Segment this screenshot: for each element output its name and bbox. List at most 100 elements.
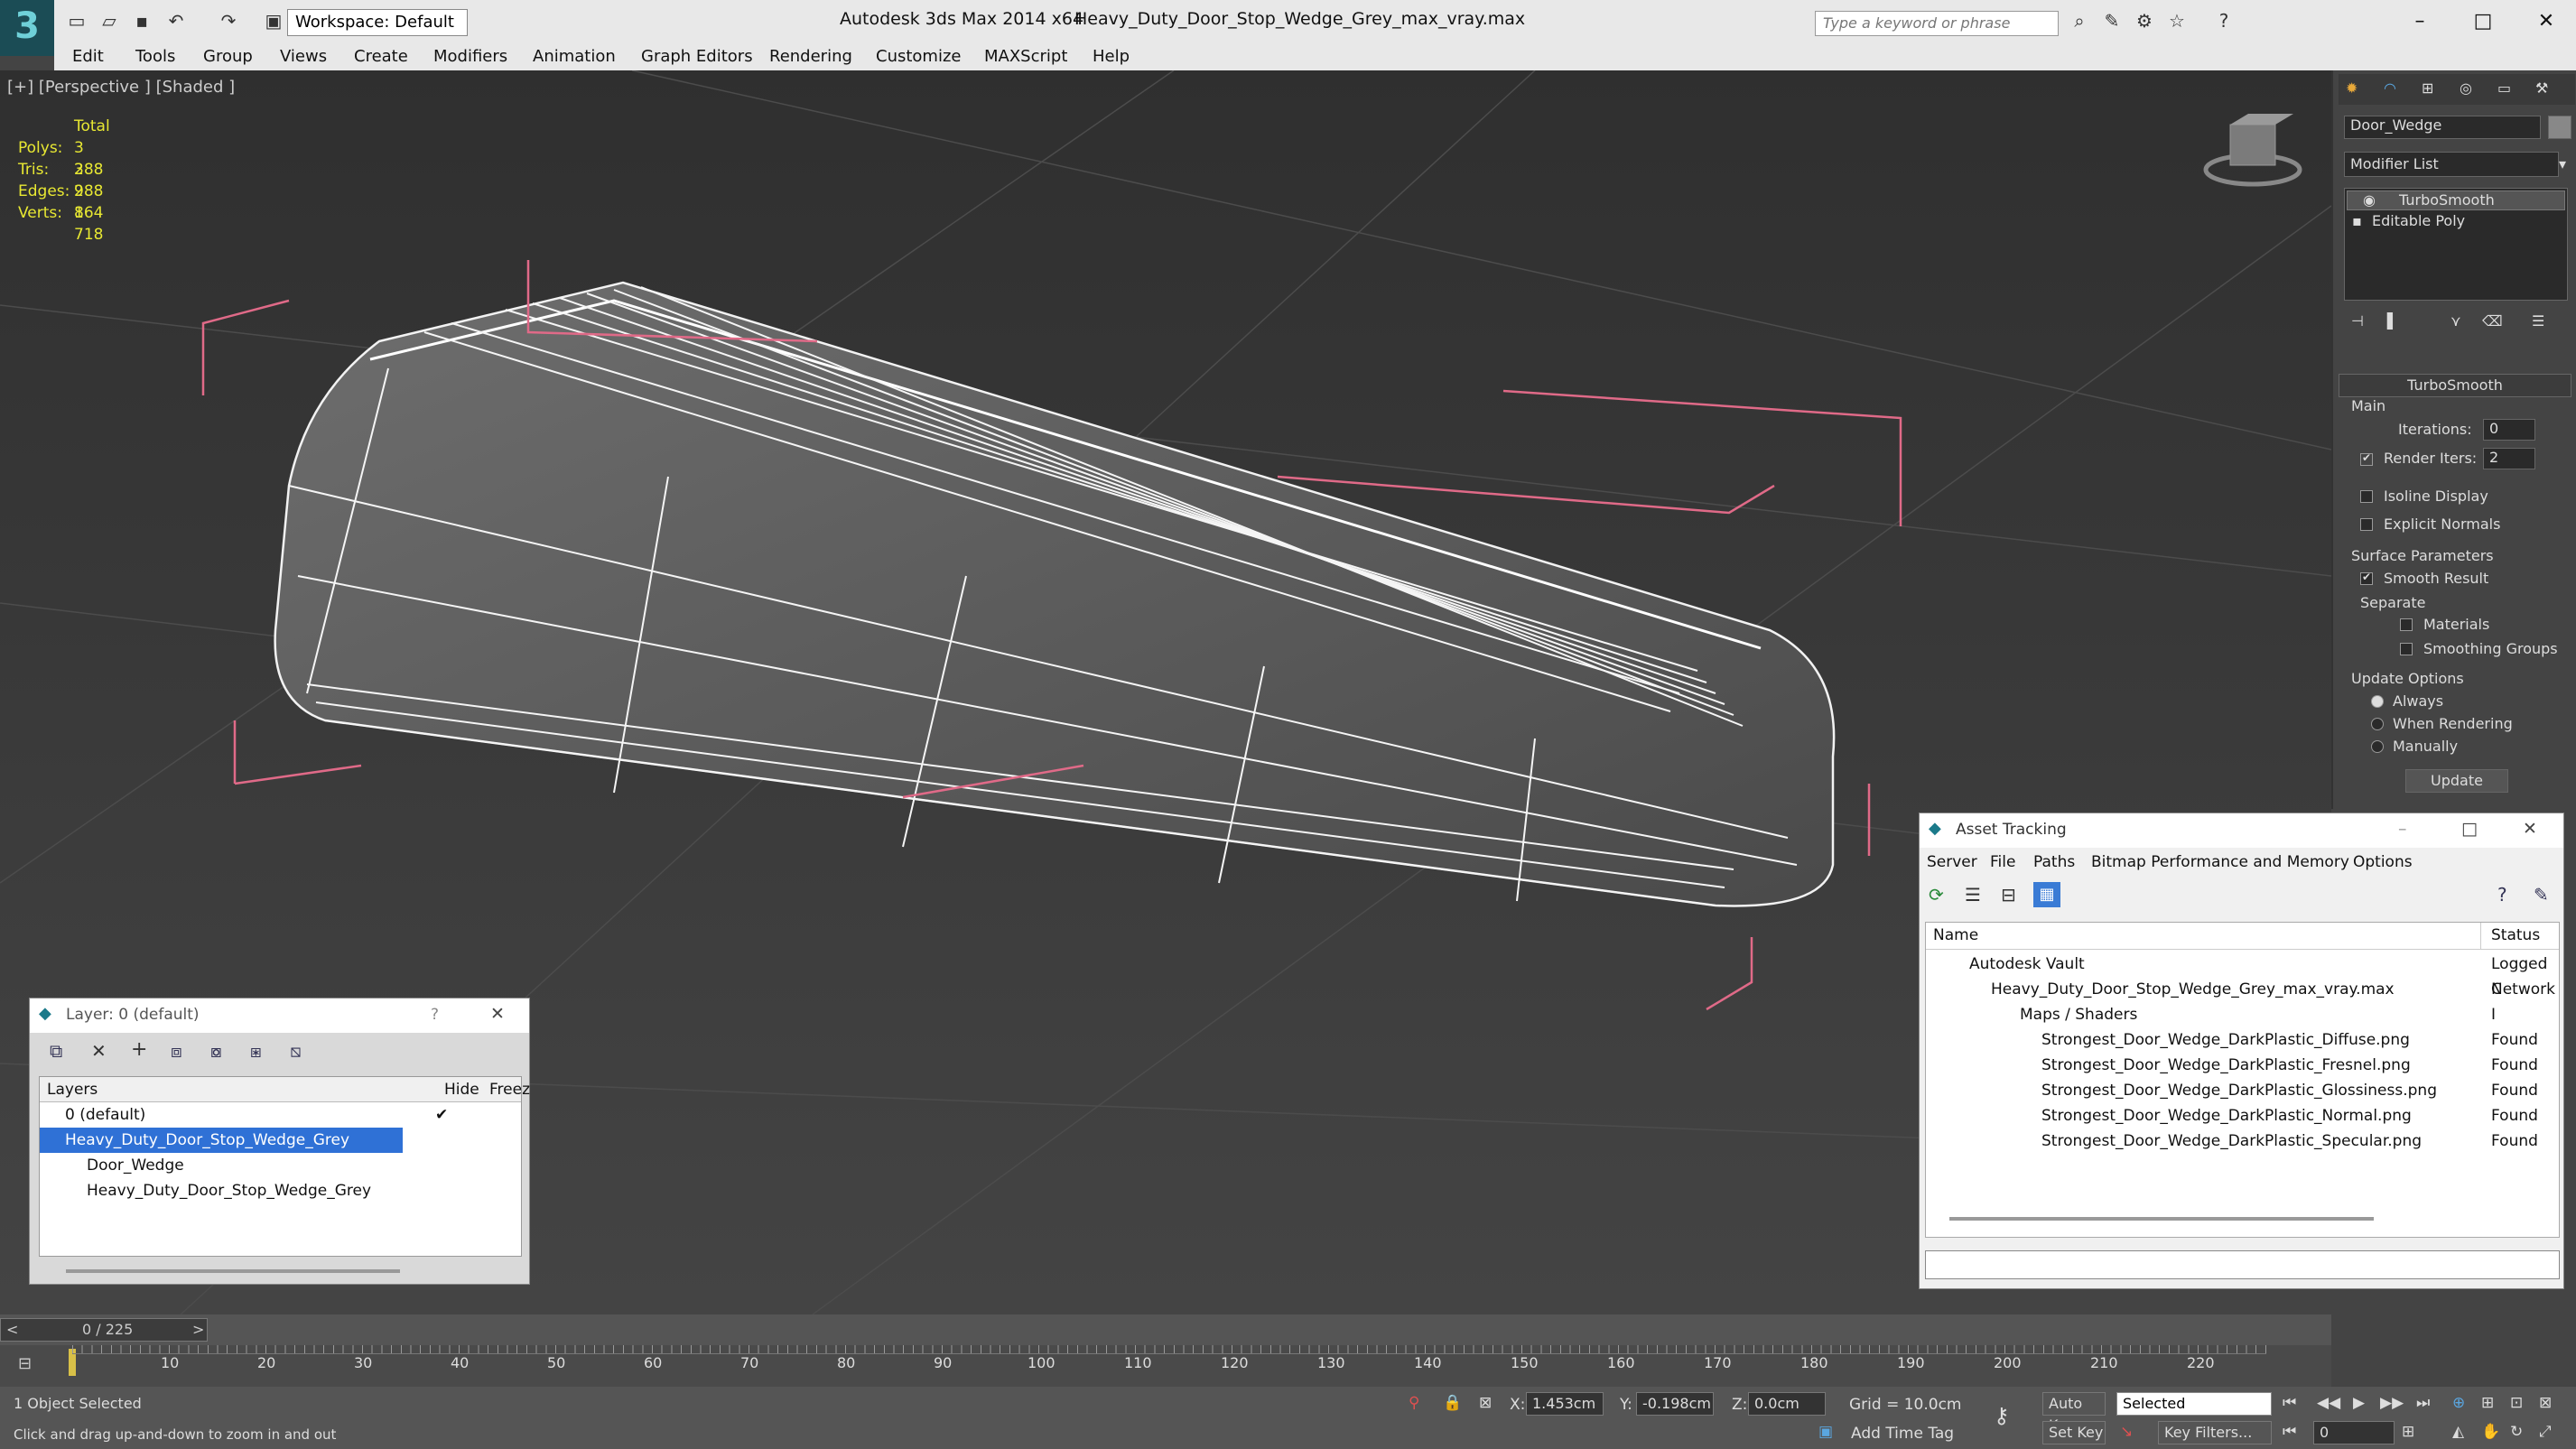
pin-stack-icon[interactable]: ⊣ xyxy=(2351,312,2364,330)
asset-row[interactable]: Strongest_Door_Wedge_DarkPlastic_Normal.… xyxy=(1926,1103,2559,1129)
close-icon[interactable]: ✕ xyxy=(2528,5,2564,38)
menu-create[interactable]: Create xyxy=(354,47,408,66)
time-config-icon[interactable]: ⊞ xyxy=(2402,1423,2414,1441)
isoline-display-checkbox[interactable] xyxy=(2360,490,2373,503)
current-frame-field[interactable]: 0 xyxy=(2313,1421,2395,1444)
smoothing-groups-checkbox[interactable] xyxy=(2400,643,2413,655)
highlight-layer-icon[interactable]: ⧇ xyxy=(210,1040,222,1062)
hide-column-header[interactable]: Hide xyxy=(444,1077,479,1102)
y-coordinate-field[interactable]: -0.198cm xyxy=(1636,1392,1714,1416)
zoom-extents-icon[interactable]: ⊡ xyxy=(2510,1394,2523,1412)
menu-animation[interactable]: Animation xyxy=(533,47,616,66)
next-frame-icon[interactable]: ▶▶ xyxy=(2380,1394,2404,1412)
menu-maxscript[interactable]: MAXScript xyxy=(984,47,1067,66)
asset-help-icon[interactable]: ? xyxy=(2497,884,2507,906)
object-name-field[interactable]: Door_Wedge xyxy=(2344,116,2541,139)
render-iters-spinner[interactable]: 2 xyxy=(2483,448,2535,469)
layer-row[interactable]: Door_Wedge xyxy=(40,1153,521,1178)
menu-edit[interactable]: Edit xyxy=(72,47,104,66)
utilities-tab-icon[interactable]: ⚒ xyxy=(2535,79,2548,97)
motion-tab-icon[interactable]: ◎ xyxy=(2460,79,2472,97)
play-icon[interactable]: ▶ xyxy=(2353,1394,2365,1412)
project-icon[interactable]: ▣ xyxy=(262,9,285,33)
undo-icon[interactable]: ↶ xyxy=(164,9,188,33)
layers-column-header[interactable]: Layers xyxy=(47,1077,98,1102)
create-tab-icon[interactable]: ✹ xyxy=(2346,79,2357,97)
previous-frame-icon[interactable]: ◀◀ xyxy=(2317,1394,2340,1412)
stack-item-editable-poly[interactable]: Editable Poly xyxy=(2372,212,2465,229)
asset-horizontal-scrollbar[interactable] xyxy=(1949,1217,2374,1221)
asset-menu-paths[interactable]: Paths xyxy=(2033,850,2075,875)
name-column-header[interactable]: Name xyxy=(1933,923,1978,948)
hide-all-icon[interactable]: ⧆ xyxy=(250,1040,262,1062)
save-file-icon[interactable]: ▪ xyxy=(130,9,153,33)
set-key-button[interactable]: Set Key xyxy=(2042,1421,2106,1444)
zoom-icon[interactable]: ⊕ xyxy=(2452,1394,2465,1412)
status-column-header[interactable]: Status xyxy=(2491,923,2540,948)
object-color-swatch[interactable] xyxy=(2548,116,2571,139)
isolate-icon[interactable]: ⚲ xyxy=(1409,1394,1419,1412)
zoom-extents-all-icon[interactable]: ⊠ xyxy=(2539,1394,2552,1412)
asset-menu-options[interactable]: Options xyxy=(2353,850,2413,875)
menu-modifiers[interactable]: Modifiers xyxy=(433,47,507,66)
key-mode-icon[interactable]: ↘ xyxy=(2120,1423,2133,1441)
x-coordinate-field[interactable]: 1.453cm xyxy=(1526,1392,1604,1416)
table-view-icon[interactable]: ▦ xyxy=(2033,882,2060,907)
display-tab-icon[interactable]: ▭ xyxy=(2497,79,2511,97)
open-file-icon[interactable]: ▱ xyxy=(98,9,121,33)
help-icon[interactable]: ? xyxy=(2212,9,2236,33)
field-of-view-icon[interactable]: ◭ xyxy=(2452,1423,2464,1441)
tree-view-icon[interactable]: ⊟ xyxy=(2001,884,2016,906)
asset-row[interactable]: Strongest_Door_Wedge_DarkPlastic_Fresnel… xyxy=(1926,1053,2559,1078)
menu-rendering[interactable]: Rendering xyxy=(769,47,852,66)
chevron-down-icon[interactable]: ▾ xyxy=(2559,155,2566,172)
when-rendering-radio[interactable] xyxy=(2371,718,2384,730)
hierarchy-tab-icon[interactable]: ⊞ xyxy=(2422,79,2433,97)
layer-row[interactable]: Heavy_Duty_Door_Stop_Wedge_Grey xyxy=(40,1178,521,1203)
refresh-icon[interactable]: ⟳ xyxy=(1929,884,1944,906)
menu-help[interactable]: Help xyxy=(1093,47,1130,66)
render-iters-checkbox[interactable]: ✔ xyxy=(2360,451,2373,466)
menu-tools[interactable]: Tools xyxy=(135,47,175,66)
key-mode-toggle-icon[interactable]: ⏮ xyxy=(2283,1423,2296,1441)
asset-pin-icon[interactable]: ✎ xyxy=(2534,884,2549,906)
lock-selection-icon[interactable]: 🔒 xyxy=(1443,1394,1462,1412)
select-objects-icon[interactable]: ⧈ xyxy=(171,1040,182,1062)
asset-row[interactable]: Strongest_Door_Wedge_DarkPlastic_Diffuse… xyxy=(1926,1027,2559,1053)
asset-close-icon[interactable]: ✕ xyxy=(2523,819,2537,839)
asset-row[interactable]: Maps / Shaders xyxy=(1926,1002,2559,1027)
track-bar-menu-icon[interactable]: ⊟ xyxy=(18,1354,32,1373)
search-input[interactable]: Type a keyword or phrase xyxy=(1815,11,2059,36)
pan-icon[interactable]: ✋ xyxy=(2481,1423,2500,1441)
menu-views[interactable]: Views xyxy=(280,47,327,66)
binoculars-icon[interactable]: ⌕ xyxy=(2068,9,2091,33)
auto-key-button[interactable]: Auto Key xyxy=(2042,1392,2106,1434)
time-slider[interactable]: < 0 / 225 > xyxy=(0,1318,208,1342)
key-icon[interactable]: ⚷ xyxy=(1994,1403,2010,1428)
asset-menu-server[interactable]: Server xyxy=(1927,850,1977,875)
bulb-icon[interactable]: ◉ xyxy=(2363,191,2376,209)
list-view-icon[interactable]: ☰ xyxy=(1965,884,1981,906)
communication-icon[interactable]: ✎ xyxy=(2100,9,2124,33)
update-button[interactable]: Update xyxy=(2405,769,2508,793)
smooth-result-checkbox[interactable]: ✔ xyxy=(2360,571,2373,585)
modifier-list-dropdown[interactable]: Modifier List xyxy=(2344,152,2559,177)
layer-help-button[interactable]: ? xyxy=(431,1006,439,1024)
asset-row[interactable]: Heavy_Duty_Door_Stop_Wedge_Grey_max_vray… xyxy=(1926,977,2559,1024)
freeze-all-icon[interactable]: ⧅ xyxy=(290,1040,302,1062)
freeze-column-header[interactable]: Freez xyxy=(489,1077,530,1102)
always-radio[interactable] xyxy=(2371,695,2384,708)
zoom-all-icon[interactable]: ⊞ xyxy=(2481,1394,2494,1412)
modify-tab-icon[interactable]: ◠ xyxy=(2384,79,2396,97)
maximize-icon[interactable]: □ xyxy=(2465,5,2501,38)
subscription-icon[interactable]: ⚙ xyxy=(2133,9,2156,33)
redo-icon[interactable]: ↷ xyxy=(217,9,240,33)
asset-row[interactable]: Strongest_Door_Wedge_DarkPlastic_Specula… xyxy=(1926,1129,2559,1154)
make-unique-icon[interactable]: ⋎ xyxy=(2450,312,2461,330)
add-time-tag[interactable]: Add Time Tag xyxy=(1851,1425,1954,1443)
asset-row[interactable]: Autodesk Vault Logged C xyxy=(1926,952,2559,999)
new-file-icon[interactable]: ▭ xyxy=(65,9,88,33)
show-end-result-icon[interactable]: ▌ xyxy=(2387,312,2398,330)
asset-row[interactable]: Strongest_Door_Wedge_DarkPlastic_Glossin… xyxy=(1926,1078,2559,1103)
remove-modifier-icon[interactable]: ⌫ xyxy=(2482,312,2503,330)
